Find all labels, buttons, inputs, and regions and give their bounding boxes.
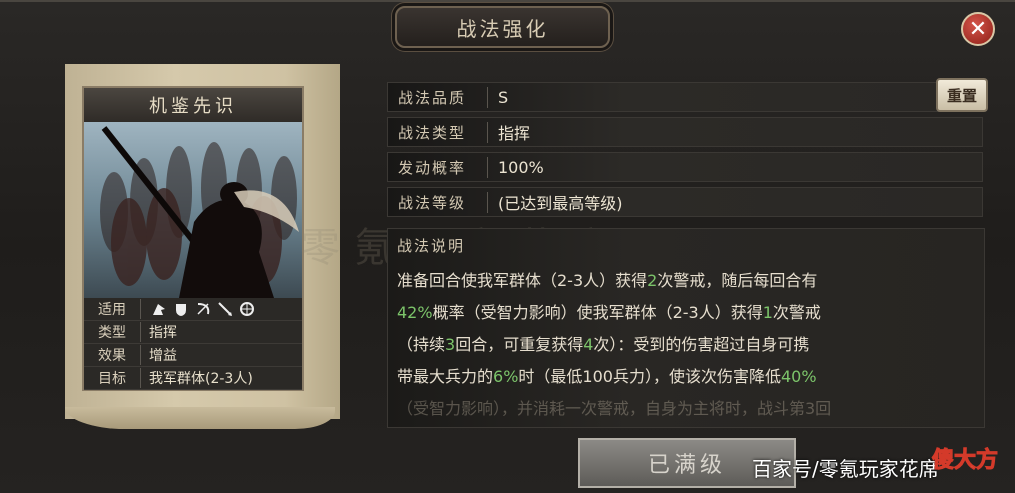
- type-label: 战法类型: [388, 121, 488, 143]
- info-row-level: 战法等级 (已达到最高等级): [387, 187, 983, 217]
- cavalry-icon: [151, 301, 167, 317]
- rate-label: 发动概率: [388, 156, 488, 178]
- close-icon: ✕: [968, 16, 988, 42]
- description-segment: 概率（受智力影响）使我军群体（2-3人）获得: [432, 303, 763, 322]
- prop-row-effect: 效果 增益: [84, 344, 302, 367]
- warrior-artwork-image: [100, 126, 299, 298]
- prop-row-type: 类型 指挥: [84, 321, 302, 344]
- rate-value: 100%: [498, 157, 544, 177]
- description-title: 战法说明: [397, 237, 466, 255]
- prop-row-applicable: 适用: [84, 298, 302, 321]
- info-row-quality: 战法品质 S: [387, 82, 983, 112]
- quality-value: S: [498, 87, 509, 107]
- card-name-band: 机鉴先识: [84, 88, 302, 123]
- reset-button[interactable]: 重置: [936, 78, 988, 112]
- prop-value: 增益: [149, 348, 177, 364]
- prop-value: 我军群体(2-3人): [149, 371, 253, 387]
- wheel-icon: [239, 301, 255, 317]
- highlight-value: 6%: [493, 367, 519, 386]
- description-segment: 次）：受到的伤害超过自身可携: [593, 335, 810, 354]
- quality-label: 战法品质: [388, 86, 488, 108]
- card-name: 机鉴先识: [149, 96, 237, 117]
- shield-icon: [173, 301, 189, 317]
- window-title-plate: 战法强化: [395, 6, 610, 48]
- description-line: （受智力影响），并消耗一次警戒，自身为主将时，战斗第3回: [397, 395, 831, 419]
- description-segment: 带最大兵力的: [397, 367, 494, 386]
- description-segment: （受智力影响），并消耗一次警戒，自身为主将时，战斗第3回: [397, 399, 832, 418]
- window-title: 战法强化: [456, 16, 549, 41]
- prop-key: 目标: [84, 368, 141, 388]
- description-line: 带最大兵力的6%时（最低100兵力），使该次伤害降低40%: [397, 363, 817, 387]
- description-segment: 准备回合使我军群体（2-3人）获得: [397, 271, 648, 290]
- highlight-value: 42%: [397, 303, 433, 322]
- prop-key: 类型: [84, 322, 141, 342]
- info-row-rate: 发动概率 100%: [387, 152, 983, 182]
- strategy-enhance-window: 战法强化 ✕ 机鉴先识 适用 类型 指挥 效果 增益 目标 我军群体(2-3人)…: [0, 0, 1015, 493]
- card-properties: 适用 类型 指挥 效果 增益 目标 我军群体(2-3人): [84, 298, 302, 390]
- description-line: 42%概率（受智力影响）使我军群体（2-3人）获得1次警戒: [397, 299, 821, 323]
- highlight-value: 2: [647, 271, 658, 290]
- description-segment: 次警戒: [772, 303, 821, 322]
- highlight-value: 4: [583, 335, 594, 354]
- prop-key: 适用: [84, 299, 141, 319]
- level-value: (已达到最高等级): [498, 194, 623, 213]
- troop-type-icons: [141, 301, 255, 317]
- highlight-value: 3: [445, 335, 456, 354]
- prop-key: 效果: [84, 345, 141, 365]
- description-line: 准备回合使我军群体（2-3人）获得2次警戒，随后每回合有: [397, 267, 817, 291]
- close-button[interactable]: ✕: [961, 12, 995, 46]
- scroll-curl: [65, 407, 335, 429]
- type-value: 指挥: [498, 124, 531, 143]
- svg-text:傻大方: 傻大方: [932, 447, 998, 473]
- highlight-value: 40%: [780, 367, 817, 386]
- description-segment: 时（最低100兵力），使该次伤害降低: [518, 367, 781, 386]
- prop-row-target: 目标 我军群体(2-3人): [84, 367, 302, 390]
- highlight-value: 1: [762, 303, 773, 322]
- description-segment: （持续: [397, 335, 446, 354]
- site-logo: 傻大方: [925, 439, 1005, 479]
- level-label: 战法等级: [388, 191, 488, 213]
- info-row-type: 战法类型 指挥: [387, 117, 983, 147]
- bow-icon: [195, 301, 211, 317]
- description-segment: 回合，可重复获得: [455, 335, 584, 354]
- description-box[interactable]: 战法说明 准备回合使我军群体（2-3人）获得2次警戒，随后每回合有 42%概率（受…: [387, 228, 985, 428]
- spear-icon: [217, 301, 233, 317]
- site-logo-image: 傻大方: [931, 447, 998, 474]
- description-segment: 次警戒，随后每回合有: [657, 271, 818, 290]
- source-caption: 百家号/零氪玩家花席: [752, 457, 939, 481]
- card-artwork: [84, 122, 302, 298]
- prop-value: 指挥: [149, 325, 177, 341]
- strategy-card: 机鉴先识 适用 类型 指挥 效果 增益 目标 我军群体(2-3人): [82, 86, 304, 391]
- description-line: （持续3回合，可重复获得4次）：受到的伤害超过自身可携: [397, 331, 809, 355]
